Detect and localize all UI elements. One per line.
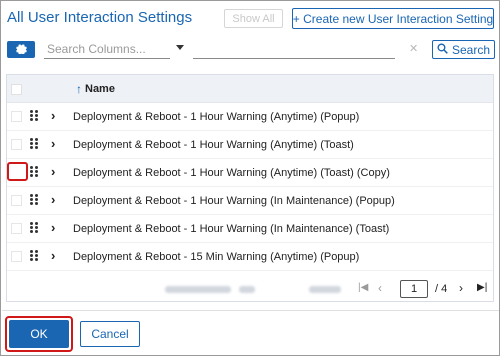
select-all-checkbox[interactable]: [11, 84, 22, 95]
row-checkbox[interactable]: [11, 251, 22, 262]
settings-table: ↑ Name › Deployment & Reboot - 1 Hour Wa…: [6, 74, 494, 302]
page-title: All User Interaction Settings: [7, 9, 193, 26]
table-row[interactable]: › Deployment & Reboot - 15 Min Warning (…: [7, 243, 493, 271]
show-all-button[interactable]: Show All: [224, 9, 283, 28]
drag-handle-icon[interactable]: [30, 166, 38, 178]
table-row[interactable]: › Deployment & Reboot - 1 Hour Warning (…: [7, 131, 493, 159]
previous-page-icon[interactable]: ‹: [378, 281, 382, 295]
drag-handle-icon[interactable]: [30, 110, 38, 122]
row-name: Deployment & Reboot - 1 Hour Warning (An…: [73, 111, 360, 123]
page-number-input[interactable]: 1: [400, 280, 428, 298]
row-checkbox-highlighted[interactable]: [7, 162, 28, 181]
ok-button[interactable]: OK: [9, 320, 69, 348]
close-icon[interactable]: ✕: [409, 42, 418, 55]
row-name: Deployment & Reboot - 1 Hour Warning (An…: [73, 167, 390, 179]
chevron-right-icon[interactable]: ›: [51, 248, 55, 263]
next-page-icon[interactable]: ›: [459, 281, 463, 295]
last-page-icon[interactable]: ▶|: [477, 282, 487, 293]
table-row[interactable]: › Deployment & Reboot - 1 Hour Warning (…: [7, 159, 493, 187]
row-checkbox[interactable]: [11, 139, 22, 150]
chevron-down-icon[interactable]: [176, 45, 184, 50]
rows-per-page-select-blurred[interactable]: [239, 286, 255, 293]
chevron-right-icon[interactable]: ›: [51, 136, 55, 151]
row-checkbox[interactable]: [11, 223, 22, 234]
column-header-label: Name: [85, 83, 115, 95]
search-columns-input[interactable]: Search Columns...: [44, 39, 170, 59]
table-row[interactable]: › Deployment & Reboot - 1 Hour Warning (…: [7, 103, 493, 131]
search-value-input[interactable]: [193, 39, 395, 59]
drag-handle-icon[interactable]: [30, 250, 38, 262]
sort-ascending-icon: ↑: [76, 82, 82, 96]
table-row[interactable]: › Deployment & Reboot - 1 Hour Warning (…: [7, 215, 493, 243]
chevron-right-icon[interactable]: ›: [51, 164, 55, 179]
row-name: Deployment & Reboot - 15 Min Warning (An…: [73, 251, 360, 263]
pagination-bar: |◀ ‹ 1 / 4 › ▶|: [7, 278, 493, 301]
search-button-label: Search: [451, 42, 491, 57]
column-settings-button[interactable]: [7, 41, 35, 58]
total-pages: / 4: [435, 283, 448, 295]
row-name: Deployment & Reboot - 1 Hour Warning (In…: [73, 195, 395, 207]
gear-icon: [15, 43, 27, 57]
row-name: Deployment & Reboot - 1 Hour Warning (An…: [73, 139, 354, 151]
table-row[interactable]: › Deployment & Reboot - 1 Hour Warning (…: [7, 187, 493, 215]
dialog-frame: All User Interaction Settings Show All +…: [0, 0, 500, 356]
column-header-name[interactable]: ↑ Name: [76, 82, 115, 96]
drag-handle-icon[interactable]: [30, 222, 38, 234]
row-checkbox[interactable]: [11, 111, 22, 122]
cancel-button[interactable]: Cancel: [80, 321, 140, 347]
row-checkbox[interactable]: [11, 195, 22, 206]
footer-divider: [2, 310, 499, 311]
search-icon: [437, 42, 448, 57]
chevron-right-icon[interactable]: ›: [51, 192, 55, 207]
rows-per-page-label-blurred: [165, 286, 231, 293]
row-range-blurred: [309, 286, 341, 293]
create-setting-button[interactable]: + Create new User Interaction Setting: [292, 8, 494, 29]
table-header: ↑ Name: [7, 75, 493, 103]
chevron-right-icon[interactable]: ›: [51, 220, 55, 235]
search-button[interactable]: Search: [432, 40, 495, 59]
drag-handle-icon[interactable]: [30, 194, 38, 206]
first-page-icon[interactable]: |◀: [358, 282, 368, 293]
row-name: Deployment & Reboot - 1 Hour Warning (In…: [73, 223, 390, 235]
chevron-right-icon[interactable]: ›: [51, 108, 55, 123]
drag-handle-icon[interactable]: [30, 138, 38, 150]
